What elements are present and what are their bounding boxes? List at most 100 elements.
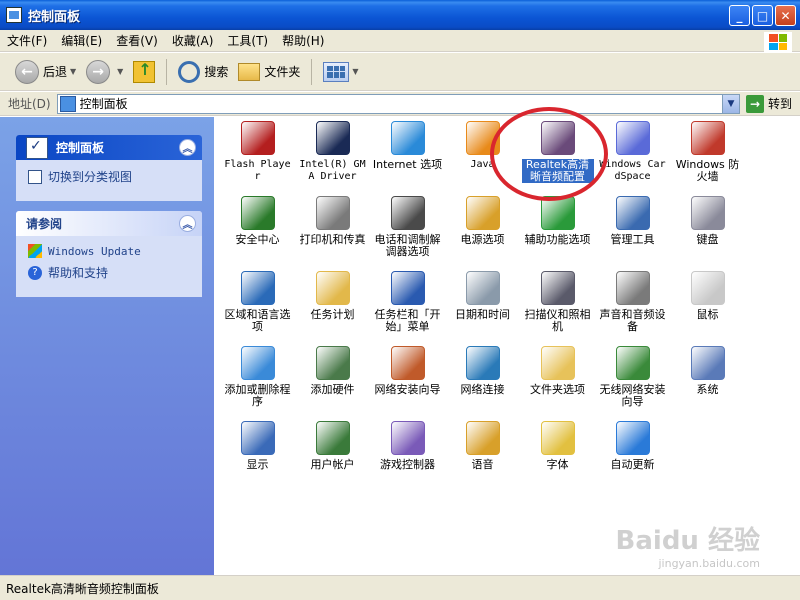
menu-help[interactable]: 帮助(H) xyxy=(275,30,331,52)
shield-icon xyxy=(240,196,275,230)
back-button[interactable]: ← 后退 ▼ xyxy=(10,57,81,87)
address-value: 控制面板 xyxy=(79,97,128,111)
control-panel-item[interactable]: 电源选项 xyxy=(445,194,520,269)
item-label: Flash Player xyxy=(224,159,291,182)
keyboard-icon xyxy=(690,196,725,230)
control-panel-item[interactable]: 电话和调制解调器选项 xyxy=(370,194,445,269)
item-label: 任务计划 xyxy=(310,308,355,321)
control-panel-item[interactable]: 系统 xyxy=(670,344,745,419)
control-panel-item[interactable]: 安全中心 xyxy=(220,194,295,269)
gamepad-icon xyxy=(390,421,425,455)
watermark-text: Baidu 经验 xyxy=(615,526,760,556)
control-panel-item[interactable]: 辅助功能选项 xyxy=(520,194,595,269)
users-icon xyxy=(315,421,350,455)
item-label: 任务栏和「开始」菜单 xyxy=(374,308,441,333)
control-panel-item[interactable]: 声音和音频设备 xyxy=(595,269,670,344)
control-panel-item[interactable]: 管理工具 xyxy=(595,194,670,269)
panel-header[interactable]: 请参阅 ︽ xyxy=(16,211,202,236)
control-panel-item[interactable]: Java xyxy=(445,119,520,194)
control-panel-item[interactable]: 文件夹选项 xyxy=(520,344,595,419)
control-panel-item[interactable]: 显示 xyxy=(220,419,295,494)
search-button[interactable]: 搜索 xyxy=(173,57,233,87)
go-button[interactable]: → 转到 xyxy=(740,94,800,113)
maximize-button[interactable]: □ xyxy=(752,5,773,26)
window-title: 控制面板 xyxy=(28,9,81,25)
control-panel-item[interactable]: 语音 xyxy=(445,419,520,494)
menu-bar: 文件(F) 编辑(E) 查看(V) 收藏(A) 工具(T) 帮助(H) xyxy=(0,30,800,52)
display-icon xyxy=(240,421,275,455)
views-button[interactable]: ▼ xyxy=(318,57,363,87)
control-panel-item[interactable]: 扫描仪和照相机 xyxy=(520,269,595,344)
printer-icon xyxy=(315,196,350,230)
control-panel-item[interactable]: 无线网络安装向导 xyxy=(595,344,670,419)
menu-favorites[interactable]: 收藏(A) xyxy=(165,30,221,52)
control-panel-item[interactable]: Internet 选项 xyxy=(370,119,445,194)
globe-region-icon xyxy=(240,271,275,305)
control-panel-item[interactable]: 字体 xyxy=(520,419,595,494)
item-label: 添加或删除程序 xyxy=(224,383,291,408)
control-panel-item[interactable]: 任务栏和「开始」菜单 xyxy=(370,269,445,344)
control-panel-item[interactable]: 打印机和传真 xyxy=(295,194,370,269)
control-panel-item[interactable]: 鼠标 xyxy=(670,269,745,344)
control-panel-item[interactable]: 自动更新 xyxy=(595,419,670,494)
task-label: 帮助和支持 xyxy=(48,266,109,280)
speaker-icon xyxy=(540,121,575,155)
control-panel-item[interactable]: Realtek高清晰音频配置 xyxy=(520,119,595,194)
panel-title: 请参阅 xyxy=(26,217,63,231)
menu-tools[interactable]: 工具(T) xyxy=(220,30,275,52)
control-panel-item[interactable]: Intel(R) GMA Driver xyxy=(295,119,370,194)
control-panel-item[interactable]: 用户帐户 xyxy=(295,419,370,494)
go-arrow-icon: → xyxy=(745,94,764,113)
panel-header[interactable]: 控制面板 ︽ xyxy=(16,135,202,160)
control-panel-item[interactable]: 区域和语言选项 xyxy=(220,269,295,344)
monitor-icon xyxy=(315,121,350,155)
folders-button[interactable]: 文件夹 xyxy=(233,57,305,87)
add-remove-icon xyxy=(240,346,275,380)
item-label: 辅助功能选项 xyxy=(524,233,591,246)
switch-category-view-link[interactable]: 切换到分类视图 xyxy=(28,168,192,185)
see-also-panel: 请参阅 ︽ Windows Update ? 帮助和支持 xyxy=(16,211,202,297)
control-panel-item[interactable]: 游戏控制器 xyxy=(370,419,445,494)
back-label: 后退 xyxy=(43,65,68,79)
task-pane: 控制面板 ︽ 切换到分类视图 请参阅 ︽ Windows Update ? 帮助… xyxy=(0,117,214,575)
close-button[interactable]: ✕ xyxy=(775,5,796,26)
control-panel-item[interactable]: 添加硬件 xyxy=(295,344,370,419)
control-panel-item[interactable]: 键盘 xyxy=(670,194,745,269)
watermark-sub: jingyan.baidu.com xyxy=(658,557,760,570)
chevron-down-icon[interactable]: ▼ xyxy=(721,94,739,113)
address-input[interactable]: 控制面板 ▼ xyxy=(56,93,740,114)
control-panel-item[interactable]: Windows 防火墙 xyxy=(670,119,745,194)
control-panel-items: Flash Player Intel(R) GMA Driver Internet … xyxy=(214,117,800,575)
control-panel-item[interactable]: 网络安装向导 xyxy=(370,344,445,419)
windows-update-link[interactable]: Windows Update xyxy=(28,244,192,258)
windows-update-icon xyxy=(28,244,42,258)
minimize-button[interactable]: _ xyxy=(729,5,750,26)
item-label: 安全中心 xyxy=(235,233,280,246)
help-support-link[interactable]: ? 帮助和支持 xyxy=(28,264,192,281)
menu-edit[interactable]: 编辑(E) xyxy=(54,30,109,52)
control-panel-icon xyxy=(59,95,76,112)
control-panel-item[interactable]: Windows CardSpace xyxy=(595,119,670,194)
home-network-icon xyxy=(390,346,425,380)
forward-button[interactable]: → ▼ xyxy=(81,57,128,87)
scanner-icon xyxy=(540,271,575,305)
control-panel-item[interactable]: 任务计划 xyxy=(295,269,370,344)
search-label: 搜索 xyxy=(204,65,229,79)
control-panel-item[interactable]: 网络连接 xyxy=(445,344,520,419)
item-label: 电话和调制解调器选项 xyxy=(374,233,441,258)
menu-view[interactable]: 查看(V) xyxy=(109,30,165,52)
control-panel-item[interactable]: 日期和时间 xyxy=(445,269,520,344)
task-label: Windows Update xyxy=(48,244,141,258)
up-button[interactable] xyxy=(128,57,160,87)
collapse-icon[interactable]: ︽ xyxy=(179,215,196,232)
hardware-icon xyxy=(315,346,350,380)
help-icon: ? xyxy=(28,265,42,280)
tools-icon xyxy=(615,196,650,230)
item-label: 显示 xyxy=(246,458,269,471)
item-label: Internet 选项 xyxy=(372,158,443,171)
collapse-icon[interactable]: ︽ xyxy=(179,139,196,156)
control-panel-item[interactable]: 添加或删除程序 xyxy=(220,344,295,419)
item-label: 区域和语言选项 xyxy=(224,308,291,333)
menu-file[interactable]: 文件(F) xyxy=(0,30,54,52)
control-panel-item[interactable]: Flash Player xyxy=(220,119,295,194)
